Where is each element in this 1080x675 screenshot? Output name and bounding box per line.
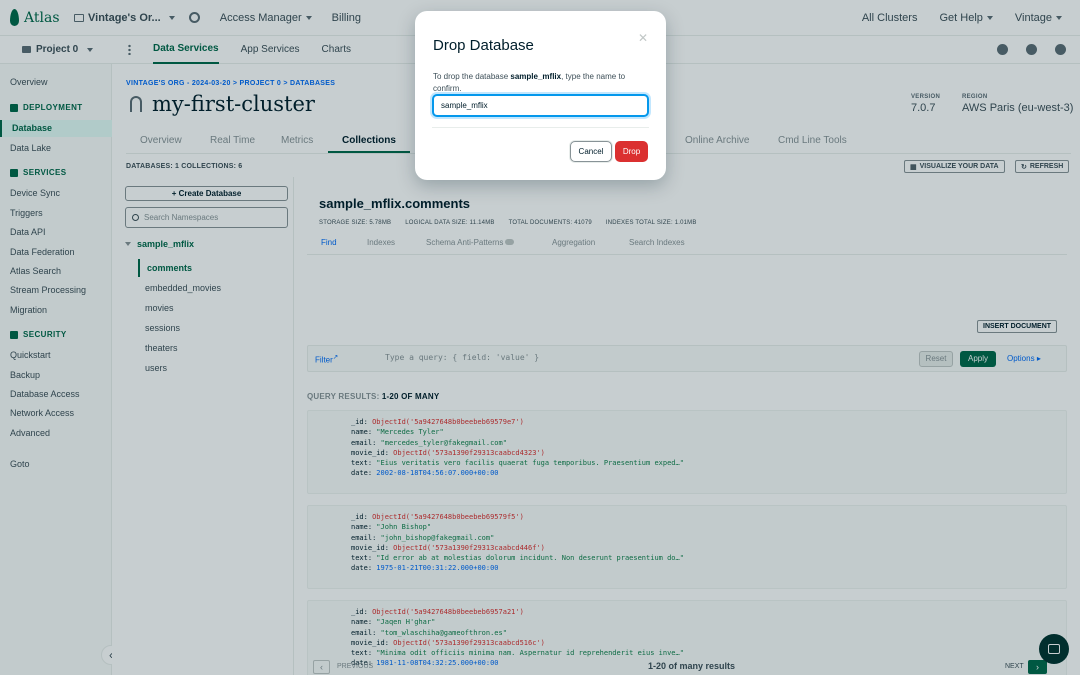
modal-title: Drop Database [433, 37, 534, 54]
database-name-emphasis: sample_mflix [510, 72, 562, 81]
modal-divider [432, 127, 649, 128]
instruction-start: To drop the database [433, 72, 511, 81]
close-icon[interactable]: ✕ [638, 31, 648, 45]
cancel-button[interactable]: Cancel [570, 141, 612, 162]
drop-button[interactable]: Drop [615, 141, 648, 162]
modal-instructions: To drop the database sample_mflix, type … [433, 71, 655, 95]
confirm-database-name-input[interactable] [432, 94, 649, 117]
drop-database-modal: Drop Database ✕ To drop the database sam… [415, 11, 666, 180]
